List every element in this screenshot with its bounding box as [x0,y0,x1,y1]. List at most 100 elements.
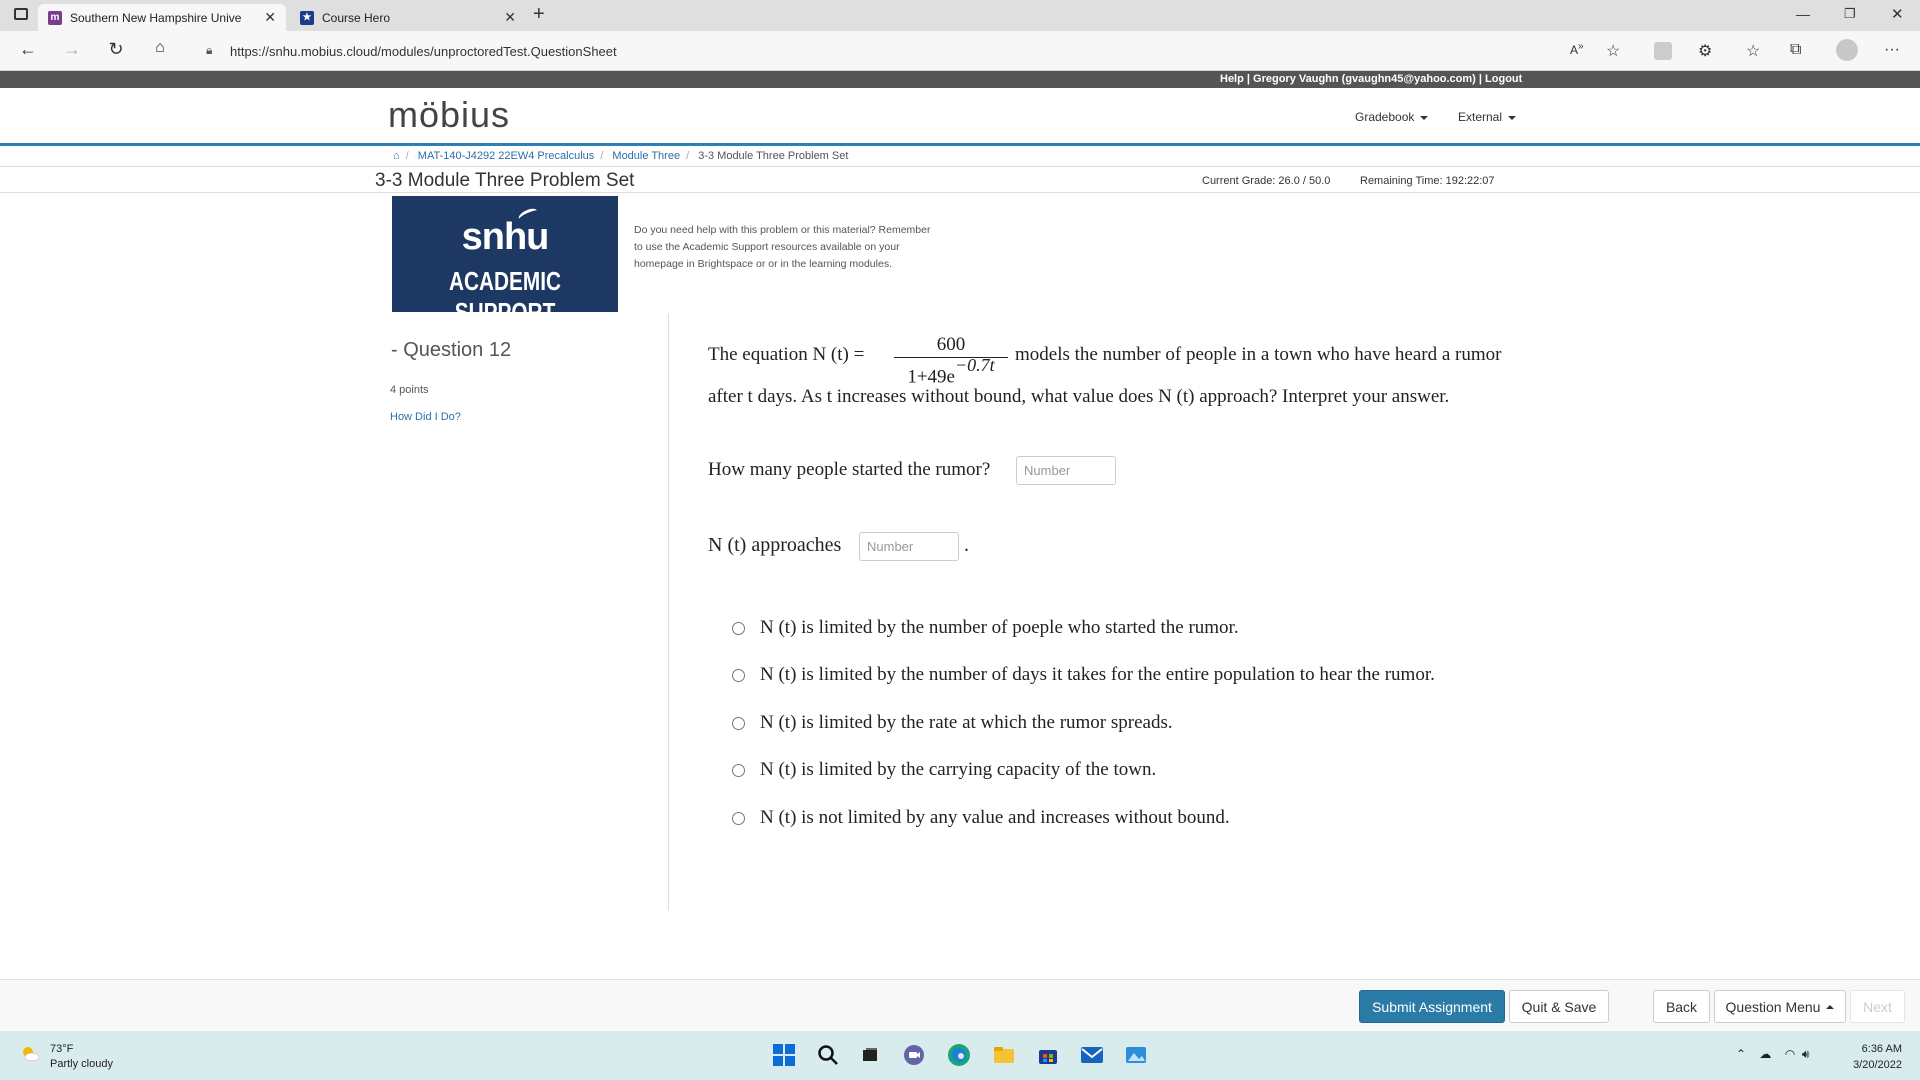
chevron-down-icon [1420,115,1429,120]
weather-condition: Partly cloudy [50,1058,113,1070]
store-icon[interactable] [1036,1043,1060,1067]
question-stem-line2: after t days. As t increases without bou… [708,386,1450,407]
mail-icon[interactable] [1080,1043,1104,1067]
mobius-icon: m [48,10,62,25]
option-label: N (t) is limited by the carrying capacit… [760,759,1157,780]
question-menu-button[interactable]: Question Menu [1714,990,1846,1023]
option-label: N (t) is limited by the number of poeple… [760,617,1239,638]
option-5[interactable]: N (t) is not limited by any value and in… [732,807,1230,829]
chevron-down-icon [1508,115,1517,120]
start-icon[interactable] [772,1043,796,1067]
edge-browser-icon[interactable] [947,1043,971,1067]
speaker-icon[interactable]: 🔊︎ [1802,1047,1810,1061]
radio-button[interactable] [732,621,745,635]
breadcrumb: ⌂ / MAT-140-J4292 22EW4 Precalculus / Modu… [393,150,849,162]
collections-icon[interactable]: ⧉ [1790,41,1801,59]
fraction-denominator: 1+49e−0.7t [894,355,1008,388]
radio-button[interactable] [732,763,745,777]
current-grade: Current Grade: 26.0 / 50.0 [1202,175,1331,187]
mobius-header: möbius Gradebook External [0,88,1920,146]
submit-assignment-button[interactable]: Submit Assignment [1359,990,1505,1023]
next-button[interactable]: Next [1850,990,1905,1023]
address-bar: ← → ↻ ⌂ 🔒︎ https://snhu.mobius.cloud/mod… [0,31,1920,71]
denominator-exponent: −0.7t [955,355,995,375]
wifi-icon[interactable]: ◠ [1785,1047,1795,1061]
photos-icon[interactable] [1124,1043,1148,1067]
option-4[interactable]: N (t) is limited by the carrying capacit… [732,759,1156,781]
page-title: 3-3 Module Three Problem Set [375,170,635,191]
option-1[interactable]: N (t) is limited by the number of poeple… [732,617,1239,639]
remaining-time: Remaining Time: 192:22:07 [1360,175,1495,187]
external-menu[interactable]: External [1458,110,1517,124]
home-icon[interactable]: ⌂ [393,150,400,162]
banner-academic-support: ACADEMIC SUPPORT [448,266,562,327]
help-text: Do you need help with this problem or th… [634,224,931,270]
close-icon[interactable]: ✕ [504,9,516,26]
how-did-i-do-link[interactable]: How Did I Do? [390,411,461,423]
question-stem-prefix: The equation N (t) = [708,344,865,365]
academic-support-banner: snhu ACADEMIC SUPPORT [392,196,618,327]
sentence-period: . [964,534,969,556]
user-links[interactable]: Help | Gregory Vaughn (gvaughn45@yahoo.c… [1220,73,1522,85]
banner-snhu: snhu [461,216,550,258]
more-menu-icon[interactable]: ··· [1884,41,1900,59]
url-field[interactable]: 🔒︎ https://snhu.mobius.cloud/modules/unp… [196,37,1616,65]
search-icon[interactable] [816,1043,840,1067]
radio-button[interactable] [732,668,745,682]
tab-snhu[interactable]: m Southern New Hampshire Unive ✕ [38,4,286,31]
user-bar: Help | Gregory Vaughn (gvaughn45@yahoo.c… [0,71,1920,88]
file-explorer-icon[interactable] [992,1043,1016,1067]
radio-button[interactable] [732,811,745,825]
gradebook-menu[interactable]: Gradebook [1355,110,1429,124]
clock-time: 6:36 AM [1861,1043,1902,1055]
profile-avatar[interactable] [1836,39,1858,61]
read-aloud-icon[interactable]: A» [1570,41,1584,57]
tab-coursehero[interactable]: ★ Course Hero ✕ [290,4,526,31]
weather-widget[interactable]: 73°F Partly cloudy [50,1042,113,1072]
prompt-approaches: N (t) approaches [708,534,842,556]
weather-temp: 73°F [50,1043,74,1055]
favorite-add-icon[interactable]: ☆ [1606,41,1620,61]
breadcrumb-module[interactable]: Module Three [612,150,680,162]
home-icon[interactable]: ⌂ [148,39,172,57]
breadcrumb-course[interactable]: MAT-140-J4292 22EW4 Precalculus [418,150,595,162]
system-tray[interactable]: ⌃ ☁ ◠ 🔊︎ [1736,1047,1809,1062]
close-icon[interactable]: ✕ [264,9,276,26]
tab-title: Southern New Hampshire Unive [70,10,242,25]
chat-icon[interactable] [902,1043,926,1067]
clock[interactable]: 6:36 AM 3/20/2022 [1840,1041,1902,1073]
restore-button[interactable]: ❐ [1844,6,1856,22]
window-close-button[interactable]: ✕ [1891,5,1904,23]
mobius-logo[interactable]: möbius [388,94,510,136]
breadcrumb-current: 3-3 Module Three Problem Set [698,150,849,162]
task-view-icon[interactable] [858,1043,882,1067]
forward-arrow-icon[interactable]: → [60,39,84,60]
extension-icon[interactable] [1654,42,1672,60]
quit-save-button[interactable]: Quit & Save [1509,990,1609,1023]
extensions-puzzle-icon[interactable]: ⚙ [1698,41,1712,61]
chevron-up-icon[interactable]: ⌃ [1736,1047,1746,1061]
radio-button[interactable] [732,716,745,730]
question-title[interactable]: - Question 12 [391,339,511,362]
action-bar: Submit Assignment Quit & Save Back Quest… [0,979,1920,1031]
question-menu-label: Question Menu [1725,998,1821,1015]
option-label: N (t) is limited by the rate at which th… [760,712,1173,733]
partly-cloudy-icon [23,1047,40,1062]
approaches-input[interactable]: Number [859,532,959,561]
new-tab-button[interactable]: + [533,3,545,26]
option-2[interactable]: N (t) is limited by the number of days i… [732,664,1435,686]
started-rumor-input[interactable]: Number [1016,456,1116,485]
chevron-up-icon [1826,1004,1835,1009]
url-text: https://snhu.mobius.cloud/modules/unproc… [230,43,617,59]
gradebook-label: Gradebook [1355,110,1415,124]
back-button[interactable]: Back [1653,990,1710,1023]
favorites-icon[interactable]: ☆ [1746,41,1760,61]
onedrive-icon[interactable]: ☁ [1759,1047,1771,1061]
denominator-base: 1+49e [907,366,955,388]
back-arrow-icon[interactable]: ← [16,39,40,60]
refresh-icon[interactable]: ↻ [104,39,128,60]
option-3[interactable]: N (t) is limited by the rate at which th… [732,712,1173,734]
option-label: N (t) is limited by the number of days i… [760,664,1435,685]
minimize-button[interactable]: — [1796,6,1810,22]
tab-actions-icon[interactable] [14,8,28,20]
